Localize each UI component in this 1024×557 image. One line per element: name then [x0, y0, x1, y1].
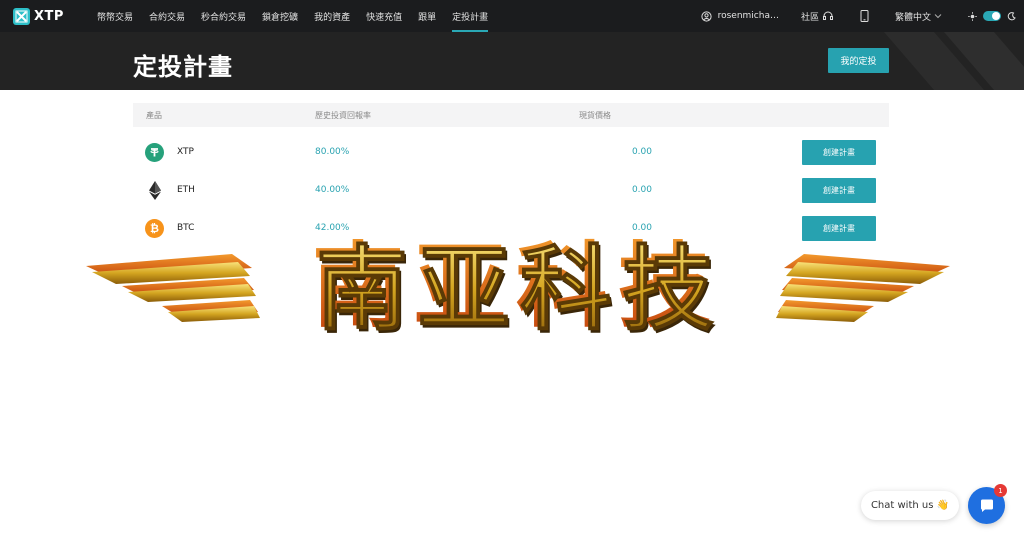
spot-price: 0.00 [631, 147, 652, 157]
header-price: 現貨價格 [579, 110, 611, 120]
chat-bubble-icon [980, 499, 993, 512]
user-icon [700, 10, 712, 22]
language-select[interactable]: 繁體中文 [895, 10, 942, 23]
nav-lock-mining[interactable]: 鎖倉挖礦 [254, 0, 306, 32]
spot-price: 0.00 [631, 185, 652, 195]
community-link[interactable]: 社區 [801, 10, 834, 23]
moon-icon [1007, 11, 1016, 20]
brand-logo[interactable]: XTP [13, 7, 83, 25]
table-row: ETH 40.00% 0.00 創建計畫 [133, 171, 889, 209]
header-history-return: 歷史投資回報率 [315, 110, 371, 120]
community-label: 社區 [800, 12, 819, 23]
username: rosenmicha… [717, 11, 779, 21]
my-plans-button[interactable]: 我的定投 [828, 48, 889, 73]
toggle-switch[interactable] [983, 11, 1001, 21]
nav-second-contract[interactable]: 秒合約交易 [193, 0, 254, 32]
nav-spot-trading[interactable]: 幣幣交易 [89, 0, 141, 32]
create-plan-button[interactable]: 創建計畫 [802, 177, 876, 203]
language-label: 繁體中文 [894, 12, 931, 23]
left-wing [86, 254, 260, 322]
mobile-icon [860, 10, 869, 22]
nav-contract-trading[interactable]: 合約交易 [141, 0, 193, 32]
main-nav: 幣幣交易 合約交易 秒合約交易 鎖倉挖礦 我的資產 快速充值 跟單 定投計畫 [89, 0, 496, 32]
return-rate: 40.00% [315, 185, 350, 195]
sun-icon [968, 11, 977, 21]
nav-right: rosenmicha… 社區 繁體中文 [700, 0, 1024, 32]
create-plan-button[interactable]: 創建計畫 [802, 139, 876, 165]
nav-copy-trading[interactable]: 跟單 [410, 0, 444, 32]
page-header: 定投計畫 我的定投 [0, 32, 1024, 90]
return-rate: 80.00% [315, 147, 350, 157]
coin-symbol: XTP [177, 147, 194, 157]
top-navbar: XTP 幣幣交易 合約交易 秒合約交易 鎖倉挖礦 我的資產 快速充值 跟單 定投… [0, 0, 1024, 32]
logo-icon [13, 7, 30, 25]
page-title: 定投計畫 [133, 53, 233, 81]
tether-icon [145, 142, 164, 162]
table-row: XTP 80.00% 0.00 創建計畫 [133, 133, 889, 171]
nav-my-assets[interactable]: 我的資產 [306, 0, 358, 32]
chevron-down-icon [934, 14, 942, 19]
nav-investment-plan[interactable]: 定投計畫 [444, 0, 496, 32]
header-product: 產品 [146, 110, 162, 120]
watermark-logo: 南亚科技 南亚科技 南亚科技 [86, 233, 950, 344]
table-header: 產品 歷史投資回報率 現貨價格 [133, 103, 889, 127]
headset-icon [822, 11, 833, 20]
chat-with-us-label[interactable]: Chat with us 👋 [861, 491, 959, 520]
nav-quick-deposit[interactable]: 快速充值 [358, 0, 410, 32]
chat-unread-badge: 1 [994, 484, 1007, 497]
theme-toggle[interactable] [968, 11, 1016, 21]
mobile-app-link[interactable] [860, 10, 869, 22]
watermark-text: 南亚科技 [316, 236, 724, 343]
ethereum-icon [145, 180, 164, 200]
right-wing [776, 254, 950, 322]
user-menu[interactable]: rosenmicha… [700, 10, 779, 22]
coin-symbol: ETH [177, 185, 195, 195]
brand-name: XTP [34, 8, 64, 24]
